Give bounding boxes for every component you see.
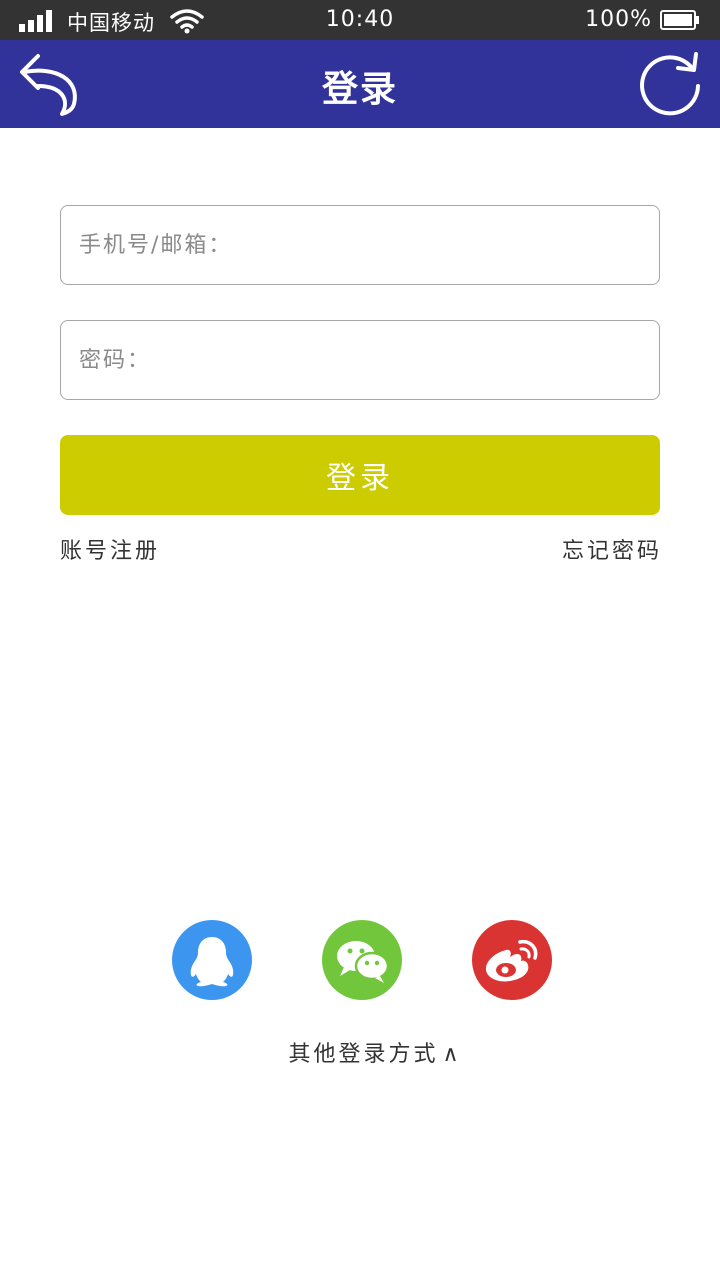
weibo-login-button[interactable]: [472, 920, 552, 1000]
weibo-icon: [485, 939, 538, 982]
battery-icon: [660, 10, 699, 30]
password-input[interactable]: [60, 320, 660, 400]
page-title: 登录: [321, 69, 398, 110]
app-header: 登录: [0, 40, 720, 128]
other-login-toggle[interactable]: 其他登录方式 ∧: [0, 1036, 720, 1068]
wechat-login-button[interactable]: [322, 920, 402, 1000]
refresh-icon[interactable]: [636, 50, 704, 118]
forgot-password-link[interactable]: 忘记密码: [562, 533, 662, 565]
wechat-icon: [337, 941, 390, 983]
status-bar: 中国移动 10:40 100%: [0, 0, 720, 40]
login-button[interactable]: 登录: [60, 435, 660, 515]
chevron-up-icon: ∧: [442, 1042, 462, 1067]
qq-login-button[interactable]: [172, 920, 252, 1000]
other-login-label: 其他登录方式: [288, 1042, 439, 1067]
qq-icon: [190, 937, 234, 987]
register-link[interactable]: 账号注册: [60, 533, 160, 565]
phone-email-input[interactable]: [60, 205, 660, 285]
battery-percent: 100%: [585, 7, 652, 32]
